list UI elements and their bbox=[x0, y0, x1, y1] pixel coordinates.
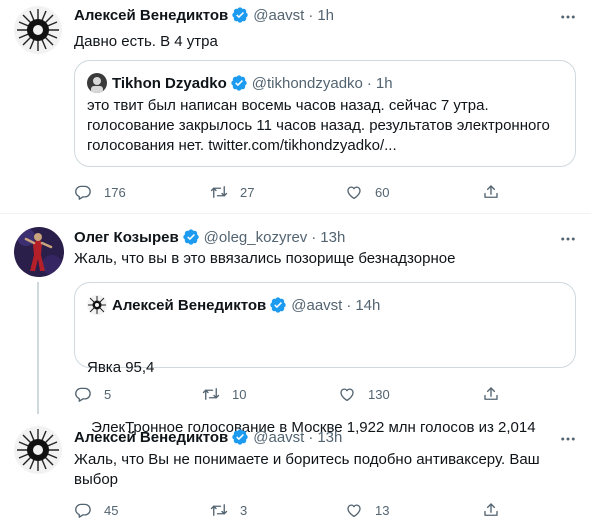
quoted-tweet[interactable]: Алексей Венедиктов @aavst · 14h Явка 95,… bbox=[74, 282, 576, 436]
timestamp[interactable]: 1h bbox=[317, 7, 334, 24]
quoted-text-line: Явка 95,4 bbox=[87, 359, 155, 376]
separator-dot: · bbox=[308, 6, 314, 24]
author-handle[interactable]: @oleg_kozyrev bbox=[204, 229, 308, 246]
share-icon bbox=[484, 387, 498, 400]
like-icon bbox=[347, 186, 361, 200]
author-name[interactable]: Алексей Венедиктов bbox=[74, 7, 228, 24]
author-name[interactable]: Алексей Венедиктов bbox=[74, 429, 228, 446]
retweet-icon bbox=[210, 186, 228, 198]
quoted-author-name: Алексей Венедиктов bbox=[112, 296, 267, 314]
quoted-author-name: Tikhon Dzyadko bbox=[112, 74, 227, 92]
author-handle[interactable]: @aavst bbox=[253, 429, 304, 446]
tweet-actions: 5 10 130 bbox=[74, 384, 504, 404]
reply-count: 5 bbox=[104, 386, 112, 402]
quoted-text: это твит был написан восемь часов назад.… bbox=[87, 96, 550, 156]
verified-badge-icon bbox=[232, 429, 248, 445]
reply-button[interactable]: 176 bbox=[74, 182, 126, 202]
more-options-icon[interactable] bbox=[559, 430, 577, 448]
retweet-count: 10 bbox=[232, 386, 247, 402]
thread-line bbox=[37, 282, 39, 414]
timestamp[interactable]: 13h bbox=[320, 229, 345, 246]
reply-count: 176 bbox=[104, 184, 126, 200]
like-icon bbox=[347, 504, 361, 518]
like-icon bbox=[340, 388, 354, 402]
like-count: 13 bbox=[375, 502, 390, 518]
tweet[interactable]: Алексей Венедиктов @aavst · 13h Жаль, чт… bbox=[0, 410, 591, 528]
retweet-count: 27 bbox=[240, 184, 255, 200]
tweet[interactable]: Олег Козырев @oleg_kozyrev · 13h Жаль, ч… bbox=[0, 214, 591, 436]
avatar[interactable] bbox=[14, 426, 62, 474]
tweet-text-line: Жаль, что Вы не понимаете и боритесь под… bbox=[74, 451, 540, 468]
quoted-text-line: это твит был написан восемь часов назад.… bbox=[87, 97, 489, 114]
reply-count: 45 bbox=[104, 502, 119, 518]
tweet-text: Жаль, что Вы не понимаете и боритесь под… bbox=[74, 450, 540, 490]
share-icon bbox=[484, 185, 498, 198]
quoted-author-handle: @tikhondzyadko bbox=[251, 74, 363, 92]
author-handle[interactable]: @aavst bbox=[253, 7, 304, 24]
separator-dot: · bbox=[311, 228, 317, 246]
verified-badge-icon bbox=[270, 297, 286, 313]
author-name[interactable]: Олег Козырев bbox=[74, 229, 179, 246]
verified-badge-icon bbox=[231, 75, 247, 91]
tweet-text: Жаль, что вы в это ввязались позорище бе… bbox=[74, 250, 456, 267]
like-count: 60 bbox=[375, 184, 390, 200]
timestamp[interactable]: 13h bbox=[317, 429, 342, 446]
separator-dot: · bbox=[308, 428, 314, 446]
avatar bbox=[87, 295, 107, 315]
verified-badge-icon bbox=[232, 7, 248, 23]
more-options-icon[interactable] bbox=[559, 230, 577, 248]
tweet-text-line: выбор bbox=[74, 471, 119, 488]
avatar bbox=[87, 73, 107, 93]
like-button[interactable]: 13 bbox=[345, 500, 389, 520]
more-options-icon[interactable] bbox=[559, 8, 577, 26]
separator-dot: · bbox=[346, 296, 352, 314]
like-button[interactable]: 60 bbox=[345, 182, 389, 202]
avatar[interactable] bbox=[14, 227, 64, 277]
share-button[interactable] bbox=[482, 500, 512, 520]
quoted-text-line: голосование закрылось 11 часов назад. ре… bbox=[87, 117, 550, 134]
tweet[interactable]: Алексей Венедиктов @aavst · 1h Давно ест… bbox=[0, 0, 591, 214]
retweet-icon bbox=[202, 388, 220, 400]
retweet-button[interactable]: 10 bbox=[202, 384, 246, 404]
reply-icon bbox=[75, 387, 91, 402]
tweet-actions: 176 27 60 bbox=[74, 182, 504, 202]
retweet-button[interactable]: 27 bbox=[210, 182, 254, 202]
avatar[interactable] bbox=[14, 6, 62, 54]
like-button[interactable]: 130 bbox=[338, 384, 390, 404]
reply-button[interactable]: 45 bbox=[74, 500, 118, 520]
quoted-text-line: голосования нет. twitter.com/tikhondzyad… bbox=[87, 137, 397, 154]
tweet-text: Давно есть. В 4 утра bbox=[74, 33, 218, 50]
retweet-button[interactable]: 3 bbox=[210, 500, 247, 520]
reply-icon bbox=[75, 503, 91, 518]
verified-badge-icon bbox=[182, 229, 199, 245]
quoted-timestamp: 14h bbox=[355, 296, 381, 314]
retweet-count: 3 bbox=[240, 502, 248, 518]
reply-button[interactable]: 5 bbox=[74, 384, 111, 404]
quoted-timestamp: 1h bbox=[375, 74, 393, 92]
separator-dot: · bbox=[366, 74, 372, 92]
tweet-actions: 45 3 13 bbox=[74, 500, 504, 520]
reply-icon bbox=[75, 185, 91, 200]
quoted-author-handle: @aavst bbox=[291, 296, 343, 314]
share-button[interactable] bbox=[482, 182, 512, 202]
share-button[interactable] bbox=[482, 384, 512, 404]
retweet-icon bbox=[210, 504, 228, 516]
like-count: 130 bbox=[368, 386, 390, 402]
share-icon bbox=[484, 503, 498, 516]
quoted-tweet[interactable]: Tikhon Dzyadko @tikhondzyadko · 1h это т… bbox=[74, 60, 576, 167]
